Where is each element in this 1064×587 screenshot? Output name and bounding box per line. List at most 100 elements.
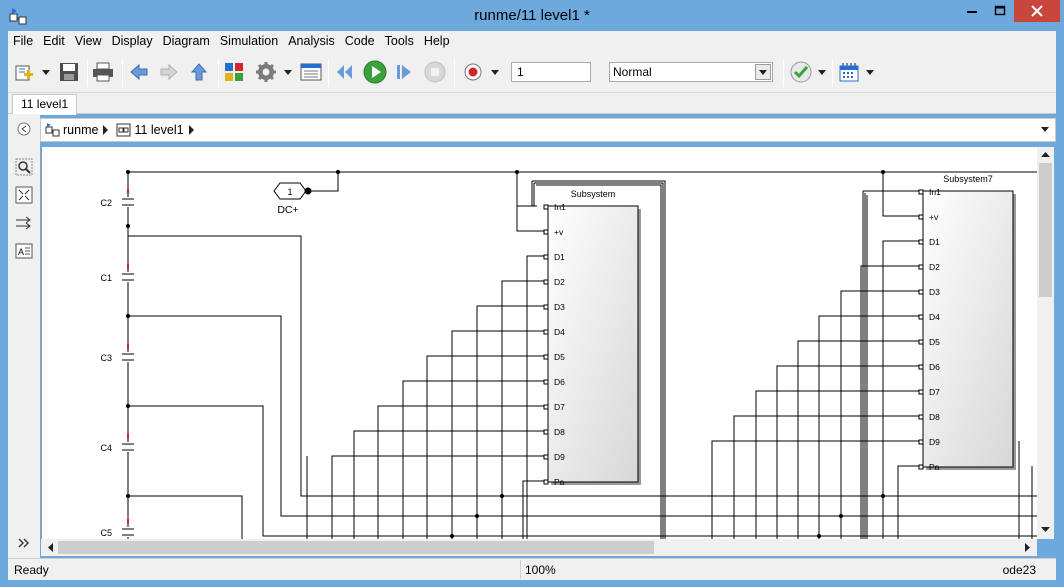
- input-port[interactable]: [918, 414, 924, 420]
- signal-line[interactable]: [755, 390, 919, 539]
- input-port[interactable]: [918, 364, 924, 370]
- block-body[interactable]: [922, 190, 1014, 468]
- scroll-right-icon[interactable]: [1021, 539, 1035, 556]
- menu-display[interactable]: Display: [107, 31, 158, 51]
- step-forward-button[interactable]: [393, 60, 417, 84]
- signal-line[interactable]: [451, 330, 544, 539]
- input-port[interactable]: [543, 379, 549, 385]
- signal-line[interactable]: [711, 440, 919, 539]
- input-port[interactable]: [918, 314, 924, 320]
- menu-code[interactable]: Code: [340, 31, 380, 51]
- subsystem-block-2[interactable]: Subsystem7In1 +v D1 D2 D3 D4 D5 D6 D7 D8 D9 Pa: [918, 174, 1016, 472]
- library-browser-button[interactable]: [222, 60, 246, 84]
- input-port[interactable]: [543, 229, 549, 235]
- input-port[interactable]: [543, 329, 549, 335]
- menu-analysis[interactable]: Analysis: [283, 31, 340, 51]
- breadcrumb-11-level1[interactable]: 11 level1: [134, 123, 183, 137]
- signal-line[interactable]: [733, 415, 919, 539]
- new-model-dropdown[interactable]: [40, 60, 52, 84]
- subsystem-block-1[interactable]: Subsystem In1 +v D1 D2 D3 D4 D5 D6 D7 D8 D9 Pa: [543, 189, 641, 487]
- zoom-button[interactable]: [15, 158, 33, 176]
- model-explorer-button[interactable]: [299, 60, 323, 84]
- input-port[interactable]: [543, 279, 549, 285]
- back-button[interactable]: [127, 60, 151, 84]
- stop-time-input[interactable]: 1: [511, 62, 591, 82]
- menu-view[interactable]: View: [70, 31, 107, 51]
- signal-line[interactable]: [476, 305, 544, 539]
- input-port[interactable]: [543, 479, 549, 485]
- up-button[interactable]: [187, 60, 211, 84]
- signal-line[interactable]: [882, 172, 919, 217]
- solver-name[interactable]: ode23: [1003, 563, 1036, 577]
- signal-line[interactable]: [516, 206, 544, 232]
- signal-line[interactable]: [840, 290, 919, 539]
- horizontal-scroll-thumb[interactable]: [58, 541, 654, 554]
- horizontal-scrollbar[interactable]: [41, 539, 1037, 556]
- input-port[interactable]: [543, 204, 549, 210]
- scroll-down-icon[interactable]: [1037, 523, 1054, 537]
- model-advisor-button[interactable]: [789, 60, 813, 84]
- input-port[interactable]: [918, 339, 924, 345]
- input-port[interactable]: [918, 289, 924, 295]
- breadcrumb-runme[interactable]: runme: [63, 123, 98, 137]
- sample-time-button[interactable]: [837, 60, 861, 84]
- input-port[interactable]: [543, 454, 549, 460]
- signal-line[interactable]: [308, 172, 339, 192]
- close-button[interactable]: [1014, 0, 1060, 22]
- input-port[interactable]: [543, 404, 549, 410]
- simulation-mode-dropdown[interactable]: [755, 64, 771, 80]
- signal-line[interactable]: [522, 480, 544, 539]
- signal-line[interactable]: [331, 455, 544, 539]
- input-port[interactable]: [918, 189, 924, 195]
- input-port[interactable]: [543, 354, 549, 360]
- simulation-mode-select[interactable]: Normal: [609, 62, 773, 82]
- menu-help[interactable]: Help: [419, 31, 455, 51]
- input-port[interactable]: [543, 304, 549, 310]
- vertical-scroll-thumb[interactable]: [1039, 163, 1052, 297]
- hide-explorer-button[interactable]: [15, 120, 33, 138]
- model-settings-button[interactable]: [254, 60, 278, 84]
- signal-line[interactable]: [128, 495, 243, 539]
- input-port[interactable]: [918, 239, 924, 245]
- sample-time-dropdown[interactable]: [864, 60, 876, 84]
- expand-palette-button[interactable]: [15, 534, 33, 552]
- model-advisor-dropdown[interactable]: [816, 60, 828, 84]
- signal-routing-button[interactable]: [15, 214, 33, 232]
- input-port[interactable]: [543, 429, 549, 435]
- input-port[interactable]: [918, 389, 924, 395]
- signal-line[interactable]: [860, 265, 919, 539]
- scroll-up-icon[interactable]: [1037, 147, 1054, 161]
- menu-tools[interactable]: Tools: [380, 31, 419, 51]
- signal-line[interactable]: [897, 465, 919, 539]
- input-port[interactable]: [918, 214, 924, 220]
- menu-edit[interactable]: Edit: [38, 31, 70, 51]
- signal-line[interactable]: [818, 315, 919, 539]
- input-port[interactable]: [918, 464, 924, 470]
- menu-diagram[interactable]: Diagram: [158, 31, 215, 51]
- fit-to-view-button[interactable]: [15, 186, 33, 204]
- block-diagram[interactable]: C2 C1 C3 C4 C5 1 DC+ Subsystem In1 +v D1 D2 D3 D4 D5 D6…: [42, 147, 1037, 539]
- signal-line[interactable]: [882, 240, 919, 539]
- model-canvas[interactable]: C2 C1 C3 C4 C5 1 DC+ Subsystem In1 +v D1 D2 D3 D4 D5 D6…: [41, 147, 1037, 539]
- tab-11-level1[interactable]: 11 level1: [12, 94, 78, 115]
- print-button[interactable]: [90, 60, 116, 84]
- block-body[interactable]: [547, 205, 639, 483]
- stop-button[interactable]: [423, 60, 447, 84]
- minimize-button[interactable]: [958, 0, 986, 22]
- input-port[interactable]: [918, 439, 924, 445]
- signal-line[interactable]: [797, 340, 919, 539]
- run-button[interactable]: [363, 60, 387, 84]
- scroll-left-icon[interactable]: [43, 539, 57, 556]
- input-port[interactable]: [918, 264, 924, 270]
- menu-simulation[interactable]: Simulation: [215, 31, 283, 51]
- menu-file[interactable]: File: [8, 31, 38, 51]
- input-port[interactable]: [543, 254, 549, 260]
- breadcrumb-dropdown-icon[interactable]: [1041, 127, 1049, 132]
- signal-line[interactable]: [426, 355, 544, 539]
- signal-line[interactable]: [353, 430, 544, 539]
- save-button[interactable]: [57, 60, 81, 84]
- forward-button[interactable]: [157, 60, 181, 84]
- signal-line[interactable]: [526, 255, 544, 539]
- new-model-button[interactable]: [12, 60, 36, 84]
- record-dropdown[interactable]: [489, 60, 501, 84]
